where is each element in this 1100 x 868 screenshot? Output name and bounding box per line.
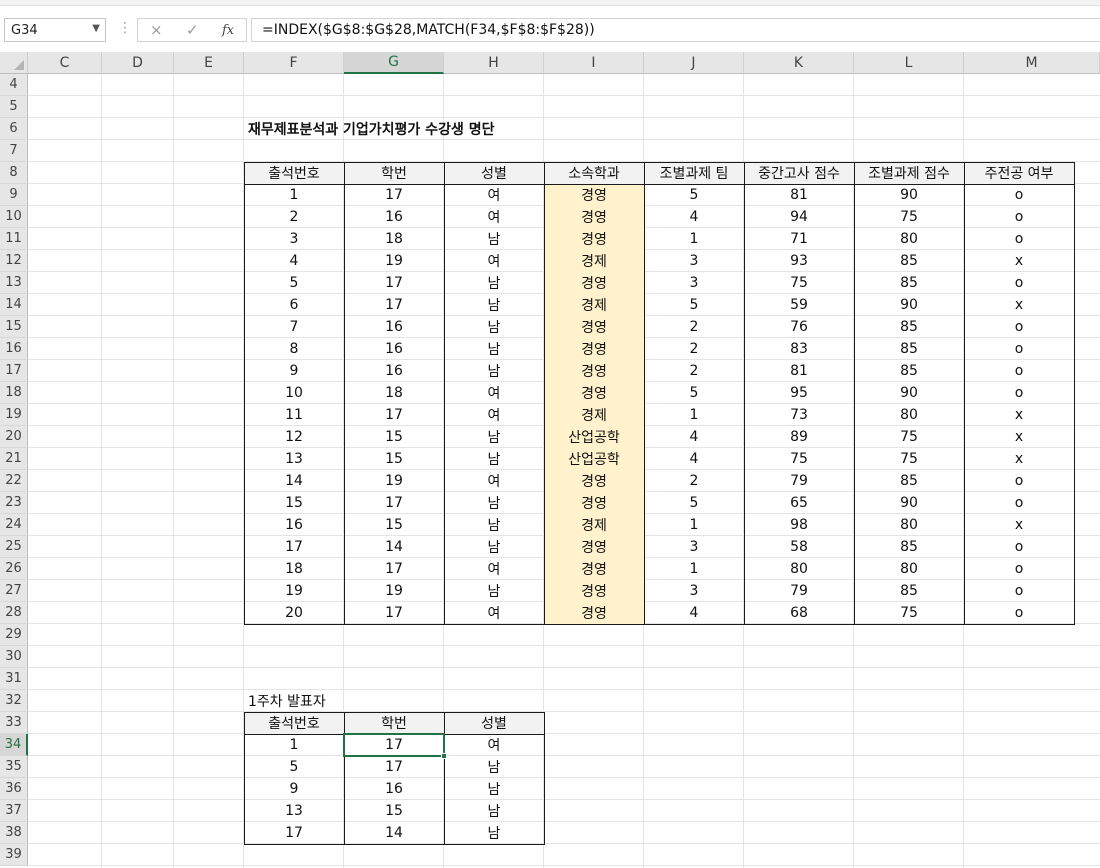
row-header-14[interactable]: 14	[0, 294, 28, 316]
gridline	[28, 667, 1100, 668]
column-header-g[interactable]: G	[344, 52, 444, 74]
row-header-13[interactable]: 13	[0, 272, 28, 294]
row-header-31[interactable]: 31	[0, 668, 28, 690]
gridline	[28, 843, 1100, 844]
presenter-table-title: 1주차 발표자	[248, 694, 326, 710]
formula-buttons: × ✓ fx	[137, 18, 247, 42]
select-all-button[interactable]	[0, 52, 28, 74]
table-border	[854, 162, 855, 624]
gridline	[28, 645, 1100, 646]
table-border	[744, 162, 745, 624]
formula-text: =INDEX($G$8:$G$28,MATCH(F34,$F$8:$F$28))	[262, 22, 595, 38]
row-header-9[interactable]: 9	[0, 184, 28, 206]
table-border	[344, 712, 345, 844]
row-header-5[interactable]: 5	[0, 96, 28, 118]
column-header-j[interactable]: J	[644, 52, 744, 74]
name-box[interactable]: G34 ▼	[4, 18, 106, 42]
row-header-20[interactable]: 20	[0, 426, 28, 448]
row-header-11[interactable]: 11	[0, 228, 28, 250]
row-header-23[interactable]: 23	[0, 492, 28, 514]
gridline	[28, 733, 1100, 734]
row-header-36[interactable]: 36	[0, 778, 28, 800]
row-header-24[interactable]: 24	[0, 514, 28, 536]
row-header-27[interactable]: 27	[0, 580, 28, 602]
row-header-21[interactable]: 21	[0, 448, 28, 470]
column-header-c[interactable]: C	[28, 52, 102, 74]
enter-icon[interactable]: ✓	[186, 21, 199, 39]
row-header-19[interactable]: 19	[0, 404, 28, 426]
gridline	[173, 74, 174, 868]
table-border	[344, 162, 345, 624]
gridline	[101, 74, 102, 868]
row-header-16[interactable]: 16	[0, 338, 28, 360]
row-header-38[interactable]: 38	[0, 822, 28, 844]
gridline	[28, 777, 1100, 778]
row-header-35[interactable]: 35	[0, 756, 28, 778]
row-header-25[interactable]: 25	[0, 536, 28, 558]
row-header-17[interactable]: 17	[0, 360, 28, 382]
row-header-29[interactable]: 29	[0, 624, 28, 646]
row-header-8[interactable]: 8	[0, 162, 28, 184]
gridline	[28, 821, 1100, 822]
table-border	[244, 184, 1074, 185]
row-header-7[interactable]: 7	[0, 140, 28, 162]
row-header-4[interactable]: 4	[0, 74, 28, 96]
row-header-6[interactable]: 6	[0, 118, 28, 140]
column-header-l[interactable]: L	[854, 52, 964, 74]
gridline	[28, 711, 1100, 712]
row-header-22[interactable]: 22	[0, 470, 28, 492]
gridline	[28, 755, 1100, 756]
column-header-h[interactable]: H	[444, 52, 544, 74]
table-title: 재무제표분석과 기업가치평가 수강생 명단	[248, 122, 495, 138]
name-box-value: G34	[11, 22, 38, 38]
gridline	[28, 95, 1100, 96]
table-border	[444, 712, 445, 844]
table-border	[244, 162, 1075, 625]
table-border	[964, 162, 965, 624]
formula-bar-grip-icon: ⋮	[118, 20, 132, 36]
formula-input[interactable]: =INDEX($G$8:$G$28,MATCH(F34,$F$8:$F$28))	[251, 18, 1100, 42]
table-border	[644, 162, 645, 624]
gridline	[28, 865, 1100, 866]
row-header-28[interactable]: 28	[0, 602, 28, 624]
table-border	[244, 734, 544, 735]
row-header-32[interactable]: 32	[0, 690, 28, 712]
row-header-12[interactable]: 12	[0, 250, 28, 272]
row-header-26[interactable]: 26	[0, 558, 28, 580]
table-border	[544, 162, 545, 624]
chevron-down-icon[interactable]: ▼	[92, 23, 100, 34]
gridline	[28, 799, 1100, 800]
column-header-k[interactable]: K	[744, 52, 854, 74]
row-header-10[interactable]: 10	[0, 206, 28, 228]
row-header-34[interactable]: 34	[0, 734, 28, 756]
column-header-e[interactable]: E	[174, 52, 244, 74]
column-header-d[interactable]: D	[102, 52, 174, 74]
row-header-30[interactable]: 30	[0, 646, 28, 668]
gridline	[28, 117, 1100, 118]
gridline	[28, 689, 1100, 690]
fill-handle[interactable]	[441, 753, 447, 759]
table-border	[244, 712, 545, 845]
table-border	[444, 162, 445, 624]
row-header-33[interactable]: 33	[0, 712, 28, 734]
cancel-icon[interactable]: ×	[150, 21, 163, 39]
column-header-f[interactable]: F	[244, 52, 344, 74]
insert-function-icon[interactable]: fx	[222, 23, 234, 38]
gridline	[28, 139, 1100, 140]
column-header-m[interactable]: M	[964, 52, 1100, 74]
row-header-39[interactable]: 39	[0, 844, 28, 866]
column-header-i[interactable]: I	[544, 52, 644, 74]
formula-bar: G34 ▼ ⋮ × ✓ fx =INDEX($G$8:$G$28,MATCH(F…	[0, 6, 1100, 50]
row-header-18[interactable]: 18	[0, 382, 28, 404]
row-header-15[interactable]: 15	[0, 316, 28, 338]
row-header-37[interactable]: 37	[0, 800, 28, 822]
